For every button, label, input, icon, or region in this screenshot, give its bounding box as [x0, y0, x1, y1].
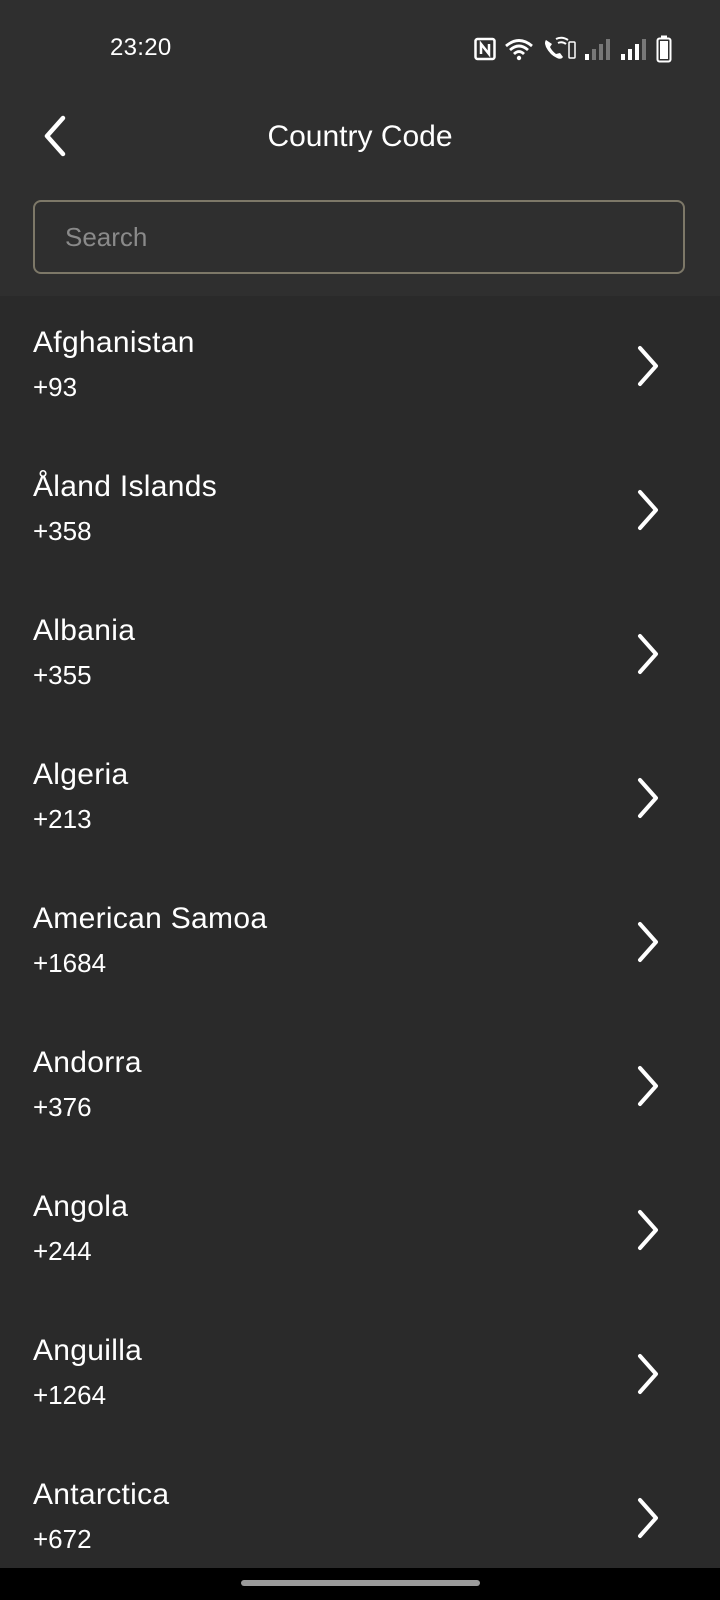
country-code: +358	[33, 516, 92, 546]
chevron-right-icon	[638, 634, 658, 674]
navigation-bar	[0, 1568, 720, 1600]
country-name: Antarctica	[33, 1478, 170, 1511]
status-time: 23:20	[110, 34, 172, 61]
country-name: American Samoa	[33, 902, 268, 935]
country-code: +244	[33, 1236, 92, 1266]
country-name: Åland Islands	[33, 470, 218, 503]
country-code: +213	[33, 804, 92, 834]
search-field[interactable]	[33, 200, 685, 274]
battery-icon	[656, 35, 672, 63]
chevron-left-icon	[44, 115, 66, 157]
search-input[interactable]	[35, 202, 683, 272]
page-title: Country Code	[267, 120, 453, 153]
wifi-calling-icon	[542, 36, 576, 62]
chevron-right-icon	[638, 1210, 658, 1250]
country-item[interactable]: Albania +355	[0, 584, 720, 728]
country-code: +376	[33, 1092, 92, 1122]
chevron-right-icon	[638, 922, 658, 962]
country-item[interactable]: Åland Islands +358	[0, 440, 720, 584]
back-button[interactable]	[28, 108, 84, 164]
country-code: +1684	[33, 948, 107, 978]
country-item[interactable]: Algeria +213	[0, 728, 720, 872]
nfc-icon	[474, 37, 496, 61]
country-item[interactable]: Andorra +376	[0, 1016, 720, 1160]
country-item[interactable]: Angola +244	[0, 1160, 720, 1304]
country-name: Anguilla	[33, 1334, 143, 1367]
country-code: +93	[33, 372, 78, 402]
chevron-right-icon	[638, 1066, 658, 1106]
chevron-right-icon	[638, 346, 658, 386]
country-item[interactable]: Afghanistan +93	[0, 296, 720, 440]
country-code: +672	[33, 1524, 92, 1554]
country-list: Afghanistan +93 Åland Islands +358 Alban…	[0, 296, 720, 1568]
country-code: +1264	[33, 1380, 107, 1410]
chevron-right-icon	[638, 1498, 658, 1538]
country-name: Afghanistan	[33, 326, 195, 359]
signal-icon	[620, 37, 648, 61]
country-name: Algeria	[33, 758, 129, 791]
chevron-right-icon	[638, 490, 658, 530]
country-name: Angola	[33, 1190, 129, 1223]
status-icons	[474, 34, 672, 64]
country-item[interactable]: American Samoa +1684	[0, 872, 720, 1016]
chevron-right-icon	[638, 1354, 658, 1394]
country-item[interactable]: Anguilla +1264	[0, 1304, 720, 1448]
app-header: Country Code	[0, 96, 720, 184]
signal-icon	[584, 37, 612, 61]
wifi-icon	[504, 37, 534, 61]
status-bar: 23:20	[0, 0, 720, 96]
country-name: Andorra	[33, 1046, 142, 1079]
country-item[interactable]: Antarctica +672	[0, 1448, 720, 1568]
country-code: +355	[33, 660, 92, 690]
home-indicator[interactable]	[241, 1580, 480, 1586]
country-name: Albania	[33, 614, 136, 647]
chevron-right-icon	[638, 778, 658, 818]
